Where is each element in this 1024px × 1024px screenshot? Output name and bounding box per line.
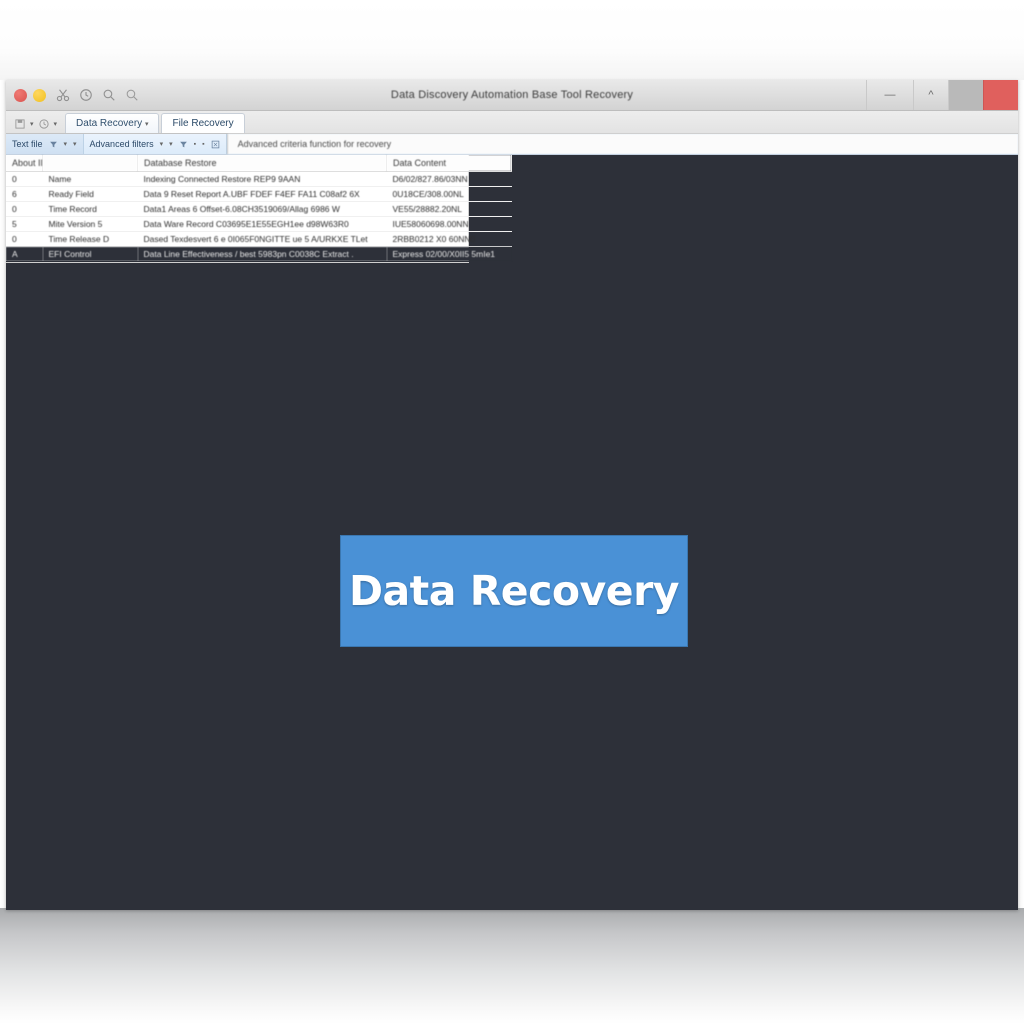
cell-desc: Data 9 Reset Report A.UBF FDEF F4EF FA11… (137, 186, 387, 202)
window-controls: — ^ (866, 80, 1018, 110)
ribbon-hint-text: Advanced criteria function for recovery (226, 134, 1018, 154)
cell-data: D6/02/827.86/03NN (386, 171, 512, 187)
cell-id: 0 (6, 171, 43, 187)
ribbon-advanced-filters-caret-icon[interactable]: ▾ (160, 140, 164, 148)
cell-id: 0 (6, 201, 43, 217)
tab-data-recovery-caret-icon[interactable]: ▾ (145, 121, 149, 128)
cell-desc: Dased Texdesvert 6 e 0I065F0NGITTE ue 5 … (137, 231, 387, 247)
cell-id: 5 (6, 216, 43, 232)
minimize-window-button[interactable] (33, 88, 46, 102)
cell-data: 2RBB0212 X0 60NN0 (386, 231, 512, 247)
ribbon-dot2-icon[interactable]: ▪ (202, 141, 204, 148)
cell-name: Name (42, 171, 138, 187)
cell-name: EFI Control (42, 246, 138, 262)
column-header-data[interactable]: Data Content (386, 155, 512, 172)
ribbon-dot1-icon[interactable]: ▪ (194, 141, 196, 148)
table-row[interactable]: 6 Ready Field Data 9 Reset Report A.UBF … (6, 186, 512, 202)
table-header-row: About ID S Database Restore Data Content (6, 155, 512, 172)
results-table-panel: About ID S Database Restore Data Content… (6, 155, 512, 263)
close-window-button[interactable] (14, 88, 27, 102)
tab-file-recovery-label: File Recovery (172, 118, 234, 129)
tab-file-recovery[interactable]: File Recovery (161, 113, 245, 133)
quick-access-toolbar: ▾ ▾ (12, 118, 65, 133)
cell-data: VE55/28882.20NL (386, 201, 512, 217)
history-caret-icon[interactable]: ▾ (54, 120, 58, 128)
cell-desc: Data Ware Record C03695E1E55EGH1ee d98W6… (137, 216, 387, 232)
cell-name: Ready Field (42, 186, 138, 202)
results-table: About ID S Database Restore Data Content… (6, 155, 512, 262)
cell-desc: Data1 Areas 6 Offset-6.08CH3519069/Allag… (137, 201, 387, 217)
ribbon-bar: Text file ▾ ▾ Advanced filters ▾ ▾ ▪ ▪ A… (6, 134, 1018, 155)
data-recovery-banner-label: Data Recovery (348, 567, 680, 615)
restore-button[interactable] (948, 80, 983, 110)
tab-data-recovery[interactable]: Data Recovery ▾ (65, 113, 160, 133)
cell-name: Mite Version 5 (42, 216, 138, 232)
ribbon-group-advanced-filters[interactable]: Advanced filters ▾ ▾ ▪ ▪ (82, 134, 227, 154)
cell-id: A (6, 246, 43, 262)
tab-data-recovery-label: Data Recovery (76, 118, 143, 129)
window-traffic-lights (6, 88, 46, 102)
table-row[interactable]: 0 Time Release D Dased Texdesvert 6 e 0I… (6, 231, 512, 247)
cell-id: 6 (6, 186, 43, 202)
maximize-button[interactable]: ^ (913, 80, 948, 110)
tools-icon[interactable] (211, 140, 220, 149)
ribbon-advanced-filters-caret2-icon[interactable]: ▾ (169, 140, 173, 148)
table-row-selected[interactable]: A EFI Control Data Line Effectiveness / … (6, 246, 512, 262)
cell-data: IUE58060698.00NN (386, 216, 512, 232)
ribbon-group-text-file[interactable]: Text file ▾ ▾ (6, 134, 83, 154)
table-row[interactable]: 0 Time Record Data1 Areas 6 Offset-6.08C… (6, 201, 512, 217)
results-table-body: 0 Name Indexing Connected Restore REP9 9… (6, 171, 512, 262)
close-button[interactable] (983, 80, 1018, 110)
page-backdrop-bottom (0, 908, 1024, 1024)
page-backdrop-top (0, 0, 1024, 80)
titlebar-tool-icons (56, 88, 139, 102)
table-row[interactable]: 0 Name Indexing Connected Restore REP9 9… (6, 171, 512, 187)
tab-strip: ▾ ▾ Data Recovery ▾ File Recovery (6, 111, 1018, 134)
filter-icon[interactable] (49, 140, 58, 149)
minimize-button[interactable]: — (866, 80, 913, 110)
screenshot-root: Data Discovery Automation Base Tool Reco… (0, 0, 1024, 1024)
search-icon[interactable] (102, 88, 116, 102)
results-table-header: About ID S Database Restore Data Content (6, 155, 512, 172)
table-row[interactable]: 5 Mite Version 5 Data Ware Record C03695… (6, 216, 512, 232)
application-window: Data Discovery Automation Base Tool Reco… (6, 80, 1018, 910)
ribbon-advanced-filters-label: Advanced filters (89, 139, 154, 149)
cell-name: Time Record (42, 201, 138, 217)
column-header-id[interactable]: About ID S (6, 155, 43, 172)
cell-data: 0U18CE/308.00NL (386, 186, 512, 202)
ribbon-text-file-label: Text file (12, 139, 43, 149)
cell-name: Time Release D (42, 231, 138, 247)
cell-desc: Indexing Connected Restore REP9 9AAN (137, 171, 387, 187)
scissors-icon[interactable] (56, 88, 70, 102)
title-bar: Data Discovery Automation Base Tool Reco… (6, 80, 1018, 111)
search-alt-icon[interactable] (125, 88, 139, 102)
clock-icon[interactable] (79, 88, 93, 102)
filter-icon[interactable] (179, 140, 188, 149)
cell-desc: Data Line Effectiveness / best 5983pn C0… (137, 246, 387, 262)
cell-id: 0 (6, 231, 43, 247)
column-header-name[interactable] (42, 155, 138, 172)
data-recovery-banner: Data Recovery (340, 535, 688, 647)
column-header-desc[interactable]: Database Restore (137, 155, 387, 172)
ribbon-text-file-caret-icon[interactable]: ▾ (64, 140, 68, 148)
save-caret-icon[interactable]: ▾ (30, 120, 34, 128)
save-icon[interactable] (14, 118, 26, 130)
ribbon-text-file-caret2-icon[interactable]: ▾ (73, 140, 77, 148)
history-icon[interactable] (38, 118, 50, 130)
cell-data: Express 02/00/X0II5 5mIe1 (386, 246, 512, 262)
